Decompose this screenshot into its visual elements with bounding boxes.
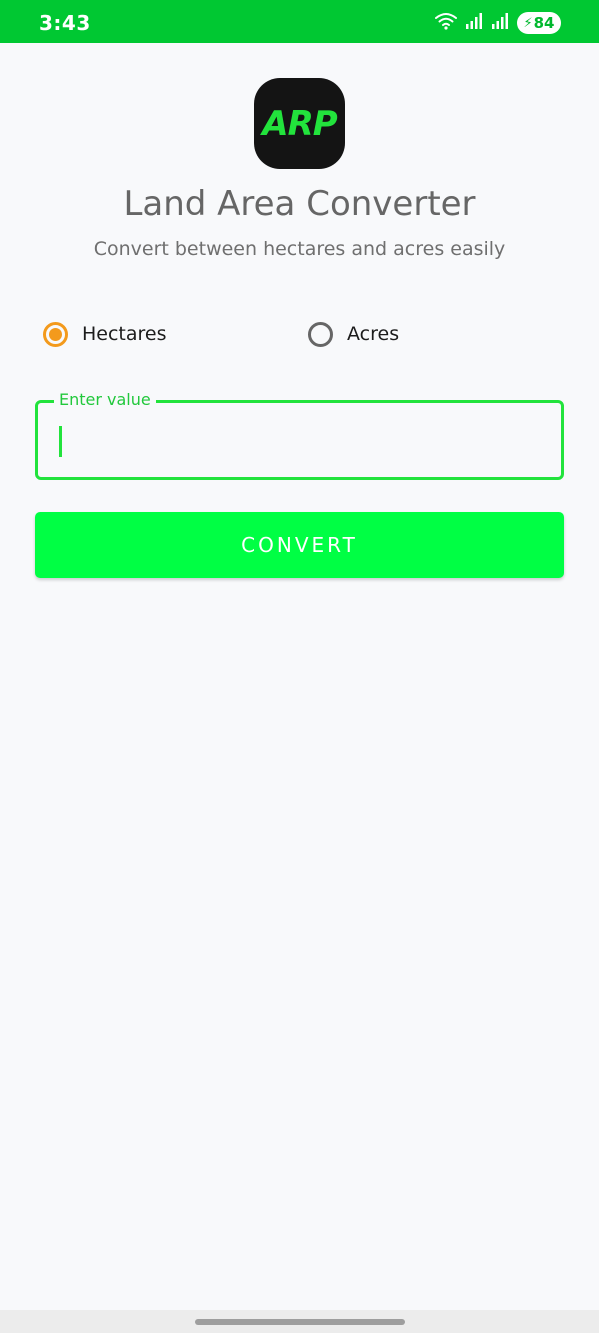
input-label: Enter value — [54, 390, 156, 410]
app-logo: ARP — [254, 78, 345, 169]
radio-checked-icon[interactable] — [43, 321, 68, 347]
battery-level: 84 — [533, 14, 555, 32]
status-bar: 3:43 ⚡ 84 — [0, 0, 599, 43]
radio-label-hectares[interactable]: Hectares — [82, 323, 167, 345]
status-time: 3:43 — [39, 11, 91, 35]
convert-button[interactable]: CONVERT — [35, 512, 564, 578]
radio-label-acres[interactable]: Acres — [347, 323, 399, 345]
signal-icon — [465, 12, 483, 34]
value-input[interactable] — [58, 423, 538, 457]
text-caret — [59, 426, 62, 457]
wifi-icon — [435, 12, 457, 34]
page-title: Land Area Converter — [123, 184, 476, 224]
radio-hectares[interactable]: Hectares — [43, 318, 167, 350]
signal-icon — [491, 12, 509, 34]
home-indicator[interactable] — [195, 1319, 405, 1325]
logo-text: ARP — [262, 103, 337, 144]
value-input-field[interactable]: Enter value — [35, 390, 564, 480]
radio-acres[interactable]: Acres — [308, 318, 399, 350]
radio-unchecked-icon[interactable] — [308, 321, 333, 347]
page-subtitle: Convert between hectares and acres easil… — [93, 238, 506, 260]
bolt-icon: ⚡ — [523, 15, 533, 31]
navigation-bar — [0, 1310, 599, 1333]
radio-dot — [49, 327, 62, 341]
status-icons: ⚡ 84 — [435, 12, 561, 34]
battery-charging-icon: ⚡ 84 — [517, 12, 561, 34]
